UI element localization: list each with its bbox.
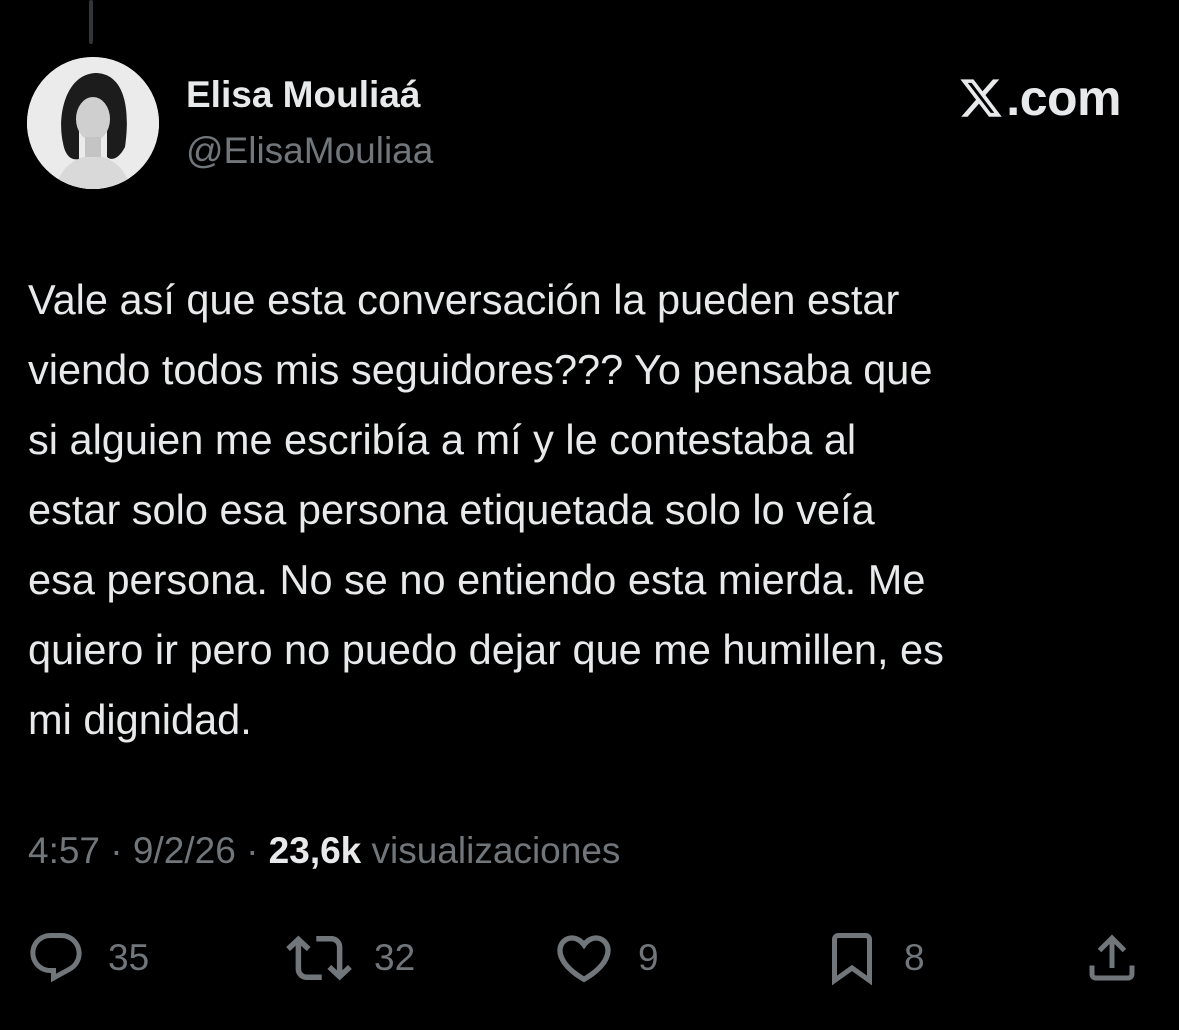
- views-count: 23,6k: [268, 830, 362, 871]
- reply-count: 35: [108, 937, 150, 978]
- heart-icon: [557, 935, 611, 983]
- brand-domain-text: .com: [1006, 70, 1121, 126]
- tweet-meta: 4:57 · 9/2/26 · 23,6k visualizaciones: [28, 830, 620, 872]
- thread-connector-line: [89, 0, 93, 44]
- like-button[interactable]: 9: [552, 925, 659, 991]
- avatar[interactable]: [27, 57, 159, 189]
- tweet-time[interactable]: 4:57: [28, 830, 100, 871]
- share-icon: [1089, 934, 1135, 981]
- tweet-text: Vale así que esta conversación la pueden…: [28, 276, 944, 743]
- x-com-watermark: .com: [958, 70, 1121, 126]
- meta-separator: ·: [246, 830, 259, 871]
- bookmark-icon: [832, 933, 872, 986]
- repost-count: 32: [374, 937, 416, 978]
- meta-separator: ·: [110, 830, 123, 871]
- tweet-date[interactable]: 9/2/26: [133, 830, 236, 871]
- views-label: visualizaciones: [371, 830, 621, 871]
- repost-icon: [286, 935, 352, 981]
- reply-button[interactable]: 35: [26, 925, 149, 991]
- author-display-name[interactable]: Elisa Mouliaá: [186, 74, 420, 116]
- share-button[interactable]: [1082, 925, 1142, 991]
- action-bar: 35 32 9 8: [0, 925, 1179, 991]
- like-count: 9: [638, 937, 659, 978]
- reply-icon: [30, 933, 82, 983]
- x-logo-icon: [960, 79, 1003, 117]
- bookmark-button[interactable]: 8: [822, 925, 925, 991]
- repost-button[interactable]: 32: [286, 925, 415, 991]
- author-handle[interactable]: @ElisaMouliaa: [186, 130, 433, 172]
- bookmark-count: 8: [904, 937, 925, 978]
